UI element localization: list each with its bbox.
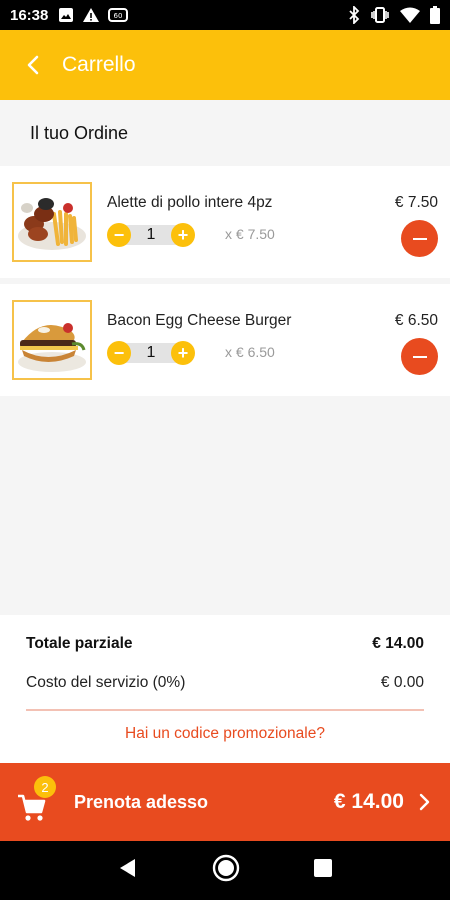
system-nav-bar [0,841,450,900]
quantity-stepper: − 1 + [107,223,195,247]
cart-wrap: 2 [16,776,56,822]
nav-home-icon [212,854,240,882]
quantity-value: 1 [146,226,156,243]
quantity-stepper: − 1 + [107,341,195,365]
nav-back-button[interactable] [117,857,139,884]
promo-code-link[interactable]: Hai un codice promozionale? [0,725,450,743]
minus-icon [412,237,427,240]
nav-back-icon [119,859,135,877]
bluetooth-icon [348,6,360,24]
remove-item-button[interactable] [401,220,438,257]
section-title: Il tuo Ordine [0,100,450,166]
checkout-button[interactable]: 2 Prenota adesso € 14.00 [0,763,450,841]
status-bar: 16:38 60 [0,0,450,30]
unit-price: x € 6.50 [225,344,275,360]
minus-icon: − [113,343,125,363]
order-summary: Totale parziale € 14.00 Costo del serviz… [0,615,450,763]
cart-count-badge: 2 [34,776,56,798]
warning-icon [82,7,100,23]
status-time: 16:38 [10,6,49,24]
battery-icon [430,6,440,24]
subtotal-row: Totale parziale € 14.00 [26,635,424,653]
image-icon [58,7,74,23]
cart-item: Bacon Egg Cheese Burger € 6.50 − 1 + x €… [0,284,450,396]
item-price: € 6.50 [394,312,438,329]
plus-icon: + [177,225,189,245]
item-name: Alette di pollo intere 4pz [107,194,273,211]
back-button[interactable] [22,53,46,77]
cart-item: Alette di pollo intere 4pz € 7.50 − 1 + … [0,166,450,278]
unit-price: x € 7.50 [225,226,275,242]
service-fee-row: Costo del servizio (0%) € 0.00 [26,674,424,692]
nav-recents-icon [314,859,333,877]
svg-text:60: 60 [114,12,123,20]
wifi-icon [400,7,420,23]
page-title: Carrello [62,53,136,76]
chevron-left-icon [27,55,39,75]
decrease-quantity-button[interactable]: − [107,341,131,365]
item-name: Bacon Egg Cheese Burger [107,312,292,329]
item-image-chicken-wings [12,182,92,262]
quantity-value: 1 [146,344,156,361]
increase-quantity-button[interactable]: + [171,341,195,365]
minus-icon: − [113,225,125,245]
subtotal-value: € 14.00 [372,635,424,652]
sync-icon: 60 [108,7,129,23]
item-price: € 7.50 [394,194,438,211]
item-image-burger [12,300,92,380]
nav-recents-button[interactable] [313,858,333,883]
checkout-total: € 14.00 [333,790,404,813]
minus-icon [412,355,427,358]
remove-item-button[interactable] [401,338,438,375]
plus-icon: + [177,343,189,363]
subtotal-label: Totale parziale [26,635,133,652]
service-fee-label: Costo del servizio (0%) [26,674,186,691]
service-fee-value: € 0.00 [380,674,424,691]
chevron-right-icon [419,793,430,811]
nav-home-button[interactable] [212,854,240,887]
increase-quantity-button[interactable]: + [171,223,195,247]
checkout-label: Prenota adesso [74,791,209,812]
vibrate-icon [370,6,390,24]
divider [26,709,424,711]
app-bar: Carrello [0,30,450,100]
decrease-quantity-button[interactable]: − [107,223,131,247]
